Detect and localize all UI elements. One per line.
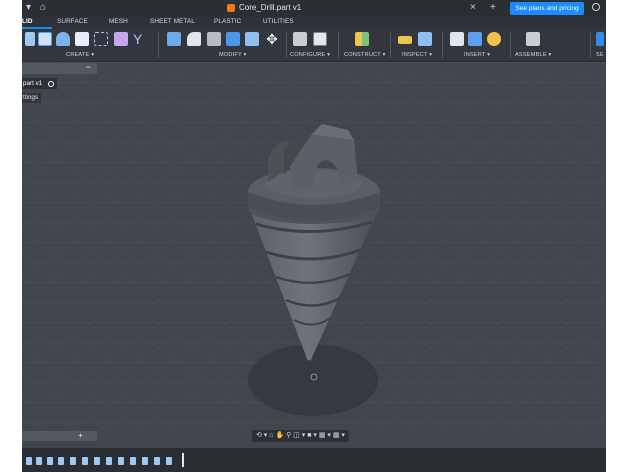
see-plans-button[interactable]: See plans and pricing	[510, 2, 584, 15]
workspace-tabs: LID SURFACE MESH SHEET METAL PLASTIC UTI…	[22, 17, 606, 29]
timeline-feature-icon[interactable]	[130, 457, 136, 465]
inspect-menu[interactable]: INSPECT ▾	[402, 52, 432, 58]
timeline-feature-icon[interactable]	[154, 457, 160, 465]
tab-solid[interactable]: LID	[22, 18, 33, 25]
3d-viewport[interactable]	[22, 62, 606, 442]
tab-surface[interactable]: SURFACE	[57, 18, 88, 25]
select-menu[interactable]: SE	[596, 52, 604, 58]
ribbon-divider	[390, 32, 391, 58]
document-title: Core_Drill.part v1	[239, 3, 302, 12]
press-pull-icon[interactable]	[167, 32, 181, 46]
ribbon-divider	[158, 32, 159, 58]
timeline-feature-icon[interactable]	[36, 457, 42, 465]
table-icon[interactable]	[313, 32, 327, 46]
scale-icon[interactable]	[245, 32, 259, 46]
browser-panel-header[interactable]: −	[22, 62, 97, 74]
new-sketch-icon[interactable]	[25, 32, 35, 46]
ribbon-divider	[590, 32, 591, 58]
insert-menu[interactable]: INSERT ▾	[464, 52, 490, 58]
nav-toolbar-glyphs[interactable]: ⟲ ▾ ⌂ ✋ ⚲ ◫ ▾ ■ ▾ ▦ ▾ ▦ ▾	[256, 430, 345, 442]
new-tab-icon[interactable]: +	[490, 2, 496, 13]
measure-icon[interactable]	[398, 36, 412, 44]
part-icon	[227, 3, 235, 12]
timeline-feature-icon[interactable]	[142, 457, 148, 465]
timeline-feature-icon[interactable]	[166, 457, 172, 465]
document-tab[interactable]: Core_Drill.part v1	[227, 3, 301, 12]
construct-menu[interactable]: CONSTRUCT ▾	[344, 52, 386, 58]
create-sketch-icon[interactable]	[38, 32, 52, 46]
move-icon[interactable]: ✥	[265, 32, 279, 46]
ribbon-divider	[286, 32, 287, 58]
timeline-feature-icon[interactable]	[47, 457, 53, 465]
timeline-bar	[22, 448, 606, 472]
close-tab-icon[interactable]: ×	[470, 2, 476, 13]
interference-icon[interactable]	[418, 32, 432, 46]
timeline-feature-icon[interactable]	[118, 457, 124, 465]
revolve-icon[interactable]	[75, 32, 89, 46]
comments-panel[interactable]: +	[22, 431, 97, 441]
tab-mesh[interactable]: MESH	[109, 18, 128, 25]
title-bar: ▾ ⌂ Core_Drill.part v1 × + See plans and…	[22, 0, 606, 17]
browser-root-item[interactable]: part v1	[22, 78, 58, 89]
chevron-down-icon[interactable]: ▾	[26, 2, 31, 13]
modify-menu[interactable]: MODIFY ▾	[219, 52, 247, 58]
ribbon-divider	[338, 32, 339, 58]
radio-icon[interactable]	[48, 80, 55, 87]
insert-image-icon[interactable]	[468, 32, 482, 46]
assemble-menu[interactable]: ASSEMBLE ▾	[515, 52, 552, 58]
timeline-feature-icon[interactable]	[106, 457, 112, 465]
configure-icon[interactable]	[293, 32, 307, 46]
clock-icon[interactable]	[592, 3, 600, 11]
timeline-marker[interactable]	[182, 453, 184, 467]
tab-plastic[interactable]: PLASTIC	[214, 18, 241, 25]
timeline-feature-icon[interactable]	[70, 457, 76, 465]
create-menu[interactable]: CREATE ▾	[66, 52, 94, 58]
browser-settings-item[interactable]: ttings	[22, 93, 42, 103]
tab-utilities[interactable]: UTILITIES	[263, 18, 294, 25]
plane-icon[interactable]	[355, 32, 369, 46]
branch-icon[interactable]: Y	[133, 32, 147, 46]
joint-icon[interactable]	[526, 32, 540, 46]
box-icon[interactable]	[94, 32, 108, 46]
timeline-feature-icon[interactable]	[58, 457, 64, 465]
fusion-app-window: ▾ ⌂ Core_Drill.part v1 × + See plans and…	[22, 0, 606, 472]
select-icon[interactable]	[596, 32, 604, 46]
insert-derive-icon[interactable]	[450, 32, 464, 46]
timeline-feature-icon[interactable]	[94, 457, 100, 465]
configure-menu[interactable]: CONFIGURE ▾	[290, 52, 330, 58]
tab-sheet-metal[interactable]: SHEET METAL	[150, 18, 195, 25]
browser-item-label: part v1	[23, 80, 43, 87]
home-icon[interactable]: ⌂	[40, 2, 46, 13]
collapse-icon[interactable]: −	[86, 62, 91, 72]
shell-icon[interactable]	[207, 32, 221, 46]
fillet-icon[interactable]	[187, 32, 201, 46]
timeline-feature-icon[interactable]	[82, 457, 88, 465]
timeline-feature-icon[interactable]	[26, 457, 32, 465]
insert-mesh-icon[interactable]	[487, 32, 501, 46]
ribbon-divider	[442, 32, 443, 58]
form-icon[interactable]	[114, 32, 128, 46]
ribbon-toolbar: Y CREATE ▾ ✥ MODIFY ▾ CONFIGURE ▾ CONSTR…	[22, 29, 606, 62]
add-comment-icon[interactable]: +	[78, 431, 97, 440]
ribbon-divider	[510, 32, 511, 58]
navigation-toolbar[interactable]: ⟲ ▾ ⌂ ✋ ⚲ ◫ ▾ ■ ▾ ▦ ▾ ▦ ▾	[252, 430, 349, 442]
combine-icon[interactable]	[226, 32, 240, 46]
extrude-icon[interactable]	[56, 32, 70, 46]
